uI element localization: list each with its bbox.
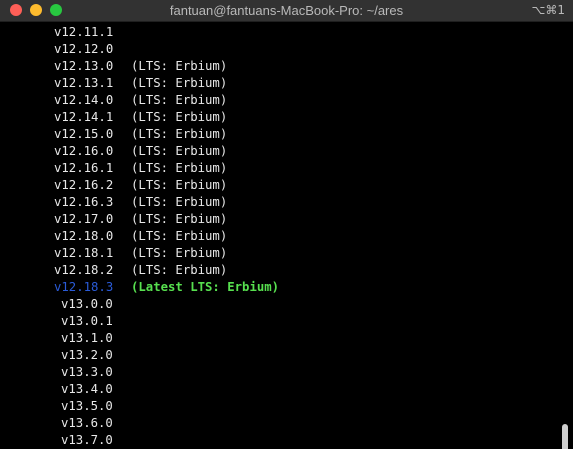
- version-text: v13.6.0: [61, 416, 113, 430]
- version-text: v12.16.1: [54, 161, 114, 175]
- version-text: v12.18.2: [54, 263, 114, 277]
- lts-note: (LTS: Erbium): [131, 144, 228, 158]
- latest-lts-note: (Latest LTS: Erbium): [131, 280, 280, 294]
- version-text: v12.13.1: [54, 76, 114, 90]
- terminal-output[interactable]: v12.11.1 v12.12.0 v12.13.0 (LTS: Erbium) …: [0, 22, 573, 449]
- version-text: v13.4.0: [61, 382, 113, 396]
- vertical-scrollbar[interactable]: [562, 424, 568, 449]
- lts-note: (LTS: Erbium): [131, 76, 228, 90]
- version-text: v12.12.0: [54, 42, 114, 56]
- version-text: v12.16.3: [54, 195, 114, 209]
- lts-note: (LTS: Erbium): [131, 229, 228, 243]
- title-bar: fantuan@fantuans-MacBook-Pro: ~/ares ⌥⌘1: [0, 0, 573, 22]
- version-text: v13.5.0: [61, 399, 113, 413]
- version-text: v13.3.0: [61, 365, 113, 379]
- version-text: v12.16.2: [54, 178, 114, 192]
- lts-note: (LTS: Erbium): [131, 212, 228, 226]
- version-text: v12.16.0: [54, 144, 114, 158]
- lts-note: (LTS: Erbium): [131, 127, 228, 141]
- lts-note: (LTS: Erbium): [131, 246, 228, 260]
- version-text: v13.7.0: [61, 433, 113, 447]
- version-text: v12.11.1: [54, 25, 114, 39]
- version-text: v12.13.0: [54, 59, 114, 73]
- lts-note: (LTS: Erbium): [131, 161, 228, 175]
- version-text: v12.18.0: [54, 229, 114, 243]
- window-title: fantuan@fantuans-MacBook-Pro: ~/ares: [169, 3, 404, 18]
- version-text: v12.17.0: [54, 212, 114, 226]
- lts-note: (LTS: Erbium): [131, 93, 228, 107]
- lts-note: (LTS: Erbium): [131, 195, 228, 209]
- version-text: v12.15.0: [54, 127, 114, 141]
- lts-note: (LTS: Erbium): [131, 263, 228, 277]
- terminal-window: fantuan@fantuans-MacBook-Pro: ~/ares ⌥⌘1…: [0, 0, 573, 449]
- version-text: v12.14.1: [54, 110, 114, 124]
- lts-note: (LTS: Erbium): [131, 110, 228, 124]
- version-text: v13.0.0: [61, 297, 113, 311]
- tab-shortcut-label: ⌥⌘1: [531, 3, 565, 17]
- version-text: v12.18.1: [54, 246, 114, 260]
- version-text: v12.14.0: [54, 93, 114, 107]
- current-version-text: v12.18.3: [54, 280, 114, 294]
- lts-note: (LTS: Erbium): [131, 178, 228, 192]
- version-text: v13.0.1: [61, 314, 113, 328]
- lts-note: (LTS: Erbium): [131, 59, 228, 73]
- version-text: v13.2.0: [61, 348, 113, 362]
- version-text: v13.1.0: [61, 331, 113, 345]
